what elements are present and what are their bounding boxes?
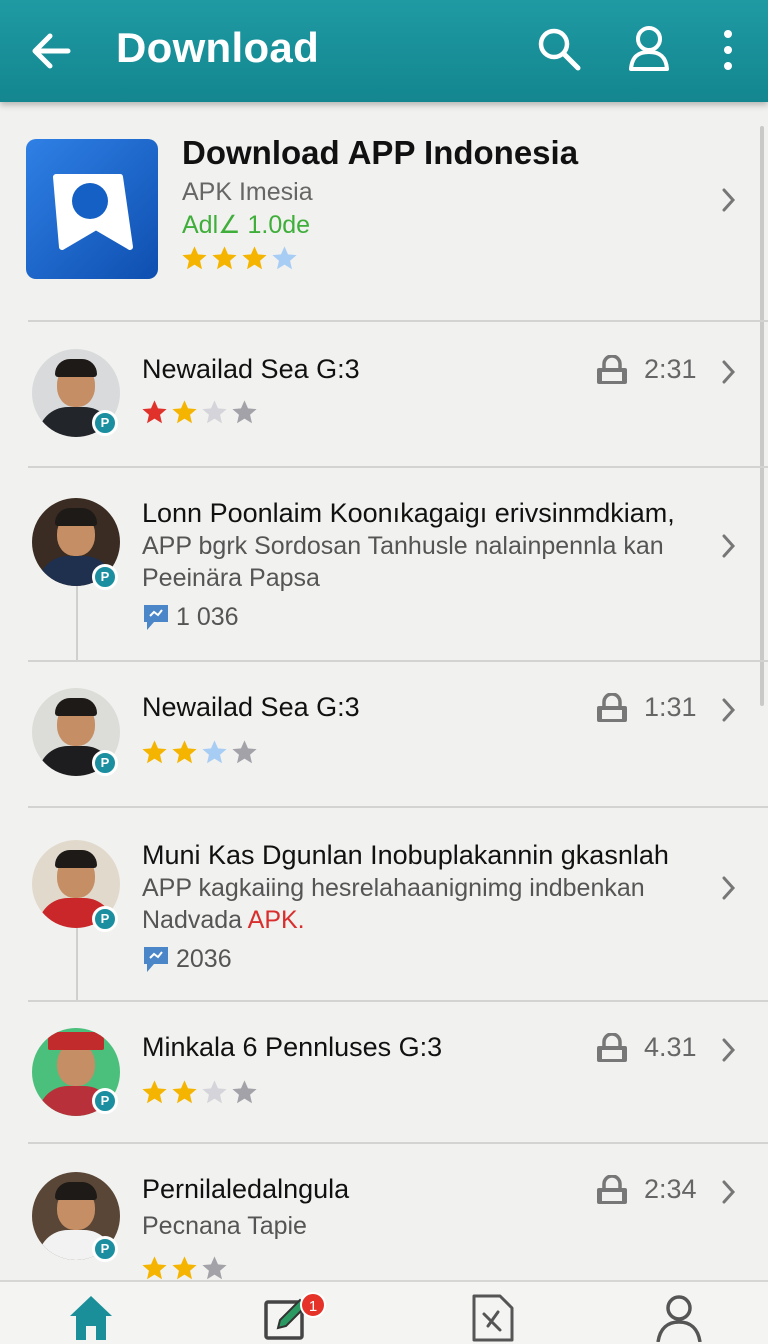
item-title: Newailad Sea G:3 [142, 354, 360, 384]
chevron-right-icon[interactable] [718, 696, 738, 724]
list-item[interactable]: P Muni Kas Dgunlan Inobuplakannin gkasnl… [0, 808, 768, 1000]
thread-line [76, 926, 78, 1000]
rating-stars [140, 1254, 230, 1280]
item-description: APP kagkaiing hesrelahaanignimg indbenka… [142, 874, 645, 902]
notification-badge: 1 [300, 1292, 326, 1318]
featured-app-name: Download APP Indonesia [182, 134, 579, 171]
lock-icon [597, 1174, 627, 1204]
comment-count: 1 036 [142, 602, 239, 632]
star-icon [242, 246, 267, 270]
size-value: 2:34 [644, 1174, 697, 1204]
chevron-right-icon[interactable] [718, 358, 738, 386]
page-title: Download [116, 24, 320, 71]
comment-icon [144, 605, 168, 630]
item-description: Nadvada APK. [142, 906, 305, 934]
list-item[interactable]: P Lonn Poonlaim Koonıkagaigı erivsinmdki… [0, 468, 768, 660]
download-size: 4.31 [594, 1032, 697, 1063]
item-title: Newailad Sea G:3 [142, 692, 360, 722]
verified-badge-icon: P [92, 1088, 118, 1114]
star-icon [232, 400, 257, 424]
star-icon [142, 740, 167, 764]
star-icon [172, 400, 197, 424]
arrow-left-icon[interactable] [28, 28, 74, 74]
verified-badge-icon: P [92, 410, 118, 436]
star-icon [172, 1080, 197, 1104]
home-icon[interactable] [66, 1292, 116, 1342]
lock-icon [597, 1032, 627, 1062]
chevron-right-icon[interactable] [718, 1178, 738, 1206]
item-subtitle: Pecnana Tapie [142, 1212, 307, 1240]
download-size: 2:31 [594, 354, 697, 385]
star-icon [202, 1080, 227, 1104]
featured-app[interactable]: Download APP Indonesia APK Imesia Adl∠ 1… [0, 102, 768, 320]
item-title: Minkala 6 Pennluses G:3 [142, 1032, 443, 1062]
size-value: 2:31 [644, 354, 697, 384]
download-size: 1:31 [594, 692, 697, 723]
bottom-navigation: 1 [0, 1280, 768, 1344]
star-icon [232, 740, 257, 764]
star-icon [272, 246, 297, 270]
featured-app-meta: Adl∠ 1.0de [182, 211, 311, 239]
rating-stars [140, 1078, 260, 1112]
chevron-right-icon[interactable] [718, 874, 738, 902]
list-item[interactable]: P Minkala 6 Pennluses G:3 4.31 [0, 1002, 768, 1142]
star-icon [202, 1256, 227, 1280]
app-bar: Download [0, 0, 768, 102]
app-logo-icon [26, 139, 158, 279]
star-icon [232, 1080, 257, 1104]
star-icon [202, 740, 227, 764]
star-icon [202, 400, 227, 424]
list-item[interactable]: P Newailad Sea G:3 2:31 [0, 322, 768, 466]
star-icon [142, 1080, 167, 1104]
comment-icon [144, 947, 168, 972]
comment-count: 2036 [142, 944, 232, 974]
list-item[interactable]: P Pernilaledalngula Pecnana Tapie 2:34 [0, 1144, 768, 1280]
document-icon[interactable] [468, 1292, 518, 1342]
search-icon[interactable] [536, 26, 582, 72]
item-description: APP bgrk Sordosan Tanhusle nalainpennla … [142, 532, 664, 560]
rating-stars [180, 244, 300, 278]
star-icon [142, 400, 167, 424]
item-description: Peeinära Papsa [142, 564, 320, 592]
thread-line [76, 586, 78, 660]
download-size: 2:34 [594, 1174, 697, 1205]
rating-stars [140, 398, 260, 432]
star-icon [142, 1256, 167, 1280]
verified-badge-icon: P [92, 564, 118, 590]
verified-badge-icon: P [92, 1236, 118, 1262]
chevron-right-icon[interactable] [718, 1036, 738, 1064]
size-value: 1:31 [644, 692, 697, 722]
chevron-right-icon[interactable] [718, 186, 738, 214]
item-title: Lonn Poonlaim Koonıkagaigı erivsinmdkiam… [142, 498, 675, 528]
lock-icon [597, 354, 627, 384]
star-icon [172, 1256, 197, 1280]
star-icon [182, 246, 207, 270]
chevron-right-icon[interactable] [718, 532, 738, 560]
verified-badge-icon: P [92, 906, 118, 932]
size-value: 4.31 [644, 1032, 697, 1062]
star-icon [212, 246, 237, 270]
verified-badge-icon: P [92, 750, 118, 776]
item-title: Pernilaledalngula [142, 1174, 350, 1204]
more-vertical-icon[interactable] [716, 28, 740, 72]
user-icon[interactable] [626, 24, 672, 74]
item-title: Muni Kas Dgunlan Inobuplakannin gkasnlah [142, 840, 669, 870]
lock-icon [597, 692, 627, 722]
star-icon [172, 740, 197, 764]
featured-app-developer: APK Imesia [182, 178, 313, 206]
profile-icon[interactable] [654, 1292, 704, 1342]
list-item[interactable]: P Newailad Sea G:3 1:31 [0, 662, 768, 806]
rating-stars [140, 738, 260, 772]
download-list[interactable]: Download APP Indonesia APK Imesia Adl∠ 1… [0, 102, 768, 1280]
